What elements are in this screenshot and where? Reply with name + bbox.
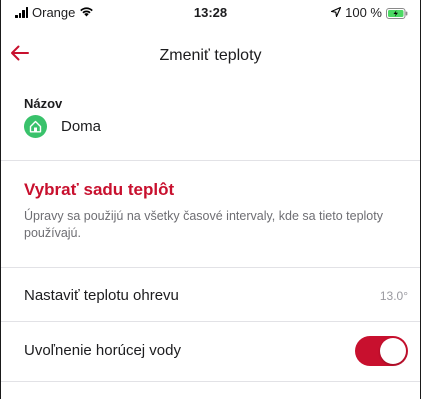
temperature-set-description: Úpravy sa použijú na všetky časové inter… <box>24 209 383 240</box>
divider <box>1 321 420 322</box>
hot-water-release-label: Uvoľnenie horúcej vody <box>24 342 181 359</box>
status-bar: Orange 13:28 100 % <box>1 0 420 24</box>
heating-temperature-value[interactable]: 13.0° <box>380 289 408 303</box>
heating-temperature-label[interactable]: Nastaviť teplotu ohrevu <box>24 287 179 304</box>
location-name-row: Doma <box>24 115 101 138</box>
battery-percent: 100 % <box>345 5 382 20</box>
battery-charging-icon <box>386 7 408 19</box>
location-name: Doma <box>61 118 102 135</box>
page-title: Zmeniť teploty <box>159 47 262 64</box>
divider <box>1 160 420 161</box>
phone-screen: Orange 13:28 100 % Zmeniť teploty Názov … <box>0 0 421 399</box>
hot-water-release-toggle[interactable] <box>355 336 408 366</box>
divider <box>1 381 420 382</box>
divider <box>1 267 420 268</box>
navigation-bar: Zmeniť teploty <box>1 40 420 70</box>
home-icon <box>24 115 47 138</box>
location-arrow-icon <box>331 5 342 20</box>
status-right: 100 % <box>331 5 408 20</box>
toggle-knob <box>380 338 406 364</box>
select-temperature-set-title: Vybrať sadu teplôt <box>24 180 175 199</box>
name-label: Názov <box>24 96 63 111</box>
